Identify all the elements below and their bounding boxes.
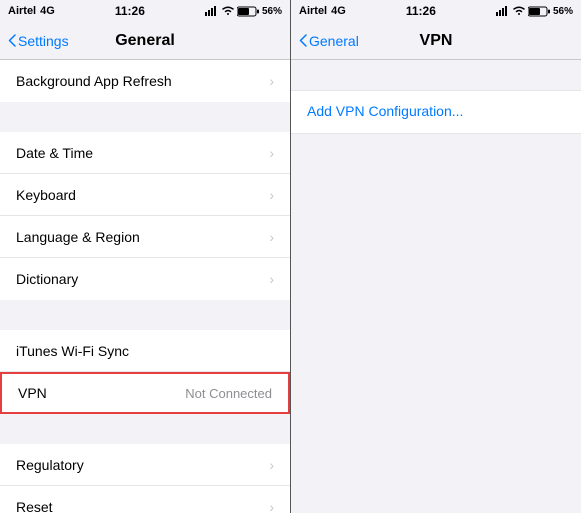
item-label: Background App Refresh xyxy=(16,73,172,89)
status-bar-left: Airtel 4G 11:26 56% xyxy=(0,0,290,22)
back-label-left: Settings xyxy=(18,33,69,49)
list-item-date-time[interactable]: Date & Time › xyxy=(0,132,290,174)
chevron-icon: › xyxy=(269,457,274,473)
vpn-content: Add VPN Configuration... xyxy=(291,60,581,513)
chevron-left-icon xyxy=(8,34,16,47)
item-right: › xyxy=(269,145,274,161)
item-right: › xyxy=(269,457,274,473)
item-right: Not Connected xyxy=(185,386,272,401)
back-button-left[interactable]: Settings xyxy=(8,33,69,49)
right-panel: Airtel 4G 11:26 56% xyxy=(291,0,581,513)
section-gap-2 xyxy=(0,300,290,330)
battery-pct-right: 56% xyxy=(553,6,573,17)
item-label: Language & Region xyxy=(16,229,140,245)
back-button-right[interactable]: General xyxy=(299,33,359,49)
nav-bar-right: General VPN xyxy=(291,22,581,60)
section-1: Background App Refresh › xyxy=(0,60,290,102)
section-3: iTunes Wi-Fi Sync VPN Not Connected xyxy=(0,330,290,414)
status-right-right: 56% xyxy=(496,6,573,17)
status-right-left: 56% xyxy=(205,6,282,17)
section-gap-1 xyxy=(0,102,290,132)
nav-bar-left: Settings General xyxy=(0,22,290,60)
battery-icon-right xyxy=(528,6,550,17)
section-gap-3 xyxy=(0,414,290,444)
item-label: Date & Time xyxy=(16,145,93,161)
list-item-reset[interactable]: Reset › xyxy=(0,486,290,513)
chevron-icon: › xyxy=(269,187,274,203)
section-4: Regulatory › Reset › xyxy=(0,444,290,513)
time-right: 11:26 xyxy=(406,4,436,18)
item-label: Keyboard xyxy=(16,187,76,203)
add-vpn-label: Add VPN Configuration... xyxy=(307,103,463,119)
item-right: › xyxy=(269,271,274,287)
status-bar-right: Airtel 4G 11:26 56% xyxy=(291,0,581,22)
item-label: Dictionary xyxy=(16,271,78,287)
carrier-left: Airtel xyxy=(8,5,36,17)
chevron-icon: › xyxy=(269,271,274,287)
network-left: 4G xyxy=(40,5,55,17)
item-label: Reset xyxy=(16,499,53,513)
back-label-right: General xyxy=(309,33,359,49)
chevron-icon: › xyxy=(269,145,274,161)
carrier-right: Airtel xyxy=(299,5,327,17)
left-panel: Airtel 4G 11:26 56% xyxy=(0,0,290,513)
battery-icon xyxy=(237,6,259,17)
settings-list-left: Background App Refresh › Date & Time › K… xyxy=(0,60,290,513)
chevron-icon: › xyxy=(269,229,274,245)
chevron-icon: › xyxy=(269,499,274,513)
list-item-language-region[interactable]: Language & Region › xyxy=(0,216,290,258)
add-vpn-section[interactable]: Add VPN Configuration... xyxy=(291,90,581,134)
page-title-left: General xyxy=(115,32,175,50)
time-left: 11:26 xyxy=(115,4,145,18)
item-right: › xyxy=(269,187,274,203)
item-label: iTunes Wi-Fi Sync xyxy=(16,343,129,359)
wifi-icon xyxy=(222,6,234,16)
chevron-icon: › xyxy=(269,73,274,89)
status-left-right: Airtel 4G xyxy=(299,5,346,17)
status-left: Airtel 4G xyxy=(8,5,55,17)
item-right: › xyxy=(269,499,274,513)
list-item-vpn[interactable]: VPN Not Connected xyxy=(0,372,290,414)
item-label: Regulatory xyxy=(16,457,84,473)
network-right: 4G xyxy=(331,5,346,17)
item-label: VPN xyxy=(18,385,47,401)
wifi-icon-right xyxy=(513,6,525,16)
signal-icon-right xyxy=(496,6,510,16)
item-right: › xyxy=(269,229,274,245)
vpn-status: Not Connected xyxy=(185,386,272,401)
list-item-keyboard[interactable]: Keyboard › xyxy=(0,174,290,216)
item-right: › xyxy=(269,73,274,89)
list-item-dictionary[interactable]: Dictionary › xyxy=(0,258,290,300)
list-item-regulatory[interactable]: Regulatory › xyxy=(0,444,290,486)
list-item-itunes-wifi[interactable]: iTunes Wi-Fi Sync xyxy=(0,330,290,372)
list-item-background-app-refresh[interactable]: Background App Refresh › xyxy=(0,60,290,102)
section-2: Date & Time › Keyboard › Language & Regi… xyxy=(0,132,290,300)
signal-icon xyxy=(205,6,219,16)
page-title-right: VPN xyxy=(420,32,453,50)
battery-pct-left: 56% xyxy=(262,6,282,17)
chevron-left-icon-right xyxy=(299,34,307,47)
